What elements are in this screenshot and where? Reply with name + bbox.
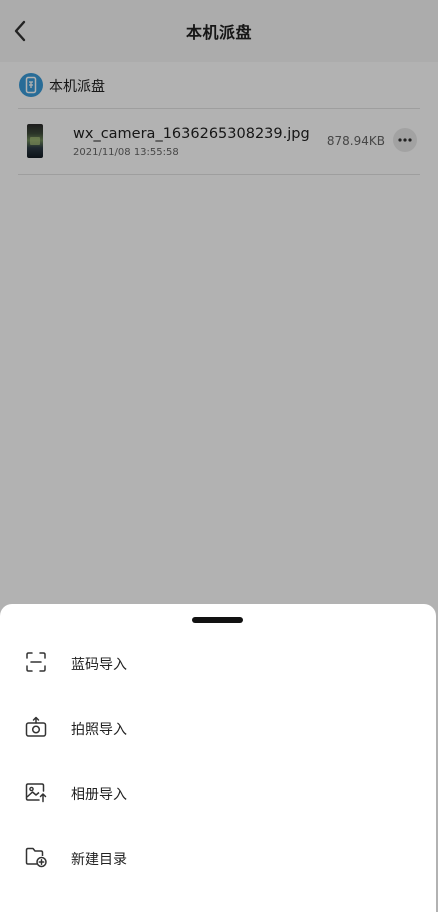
sheet-item-camera-import[interactable]: 拍照导入 [0, 699, 436, 755]
sheet-handle[interactable] [192, 617, 243, 623]
camera-upload-icon [25, 716, 47, 737]
bottom-sheet: 蓝码导入 拍照导入 相册导入 新建目录 [0, 604, 436, 912]
sheet-item-label: 新建目录 [71, 852, 127, 868]
sheet-item-label: 相册导入 [71, 787, 127, 803]
sheet-item-album-import[interactable]: 相册导入 [0, 764, 436, 820]
sheet-item-label: 蓝码导入 [71, 657, 127, 673]
sheet-item-new-folder[interactable]: 新建目录 [0, 829, 436, 885]
sheet-item-label: 拍照导入 [71, 722, 127, 738]
sheet-item-scan-import[interactable]: 蓝码导入 [0, 634, 436, 690]
new-folder-icon [25, 847, 47, 868]
scan-icon [26, 652, 46, 672]
album-upload-icon [25, 783, 47, 803]
